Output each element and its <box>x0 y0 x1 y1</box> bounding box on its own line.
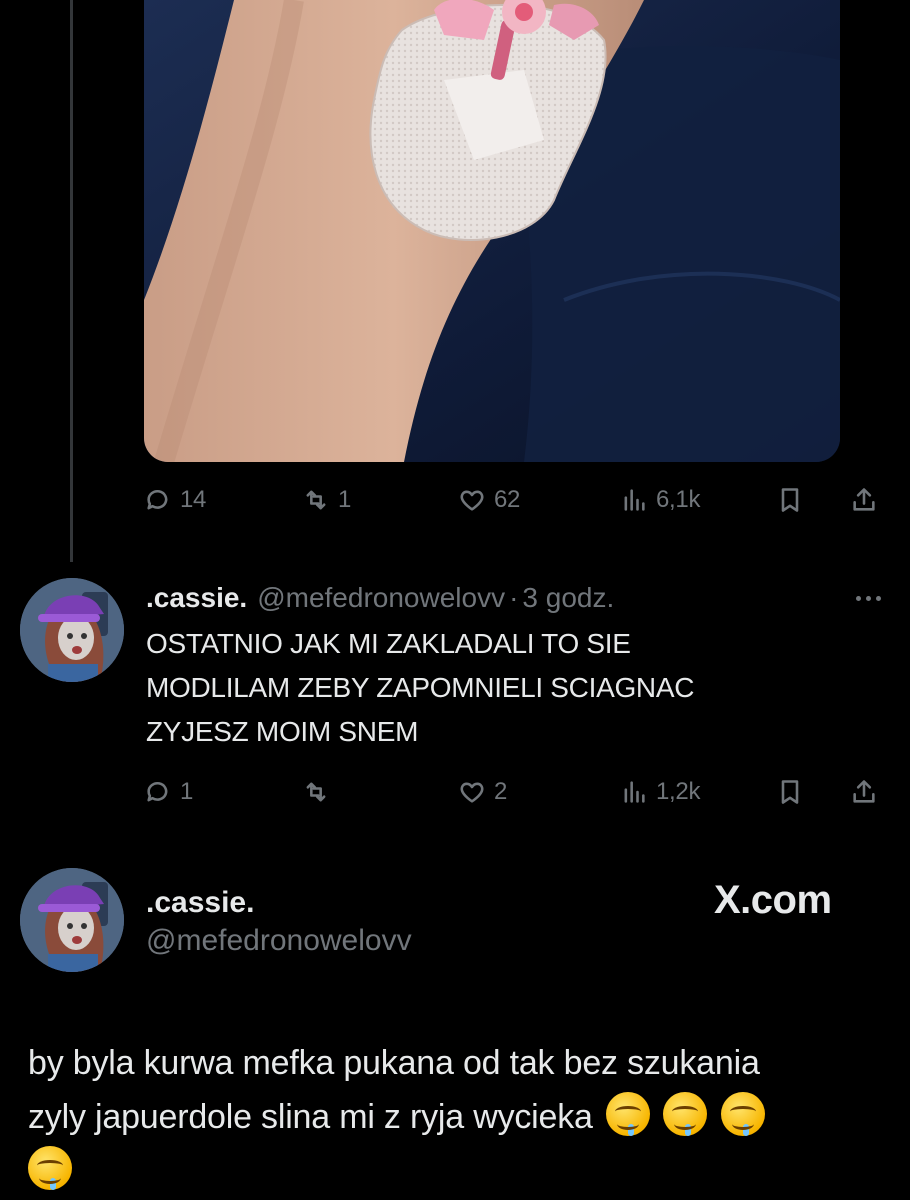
bookmark-button[interactable] <box>776 480 804 520</box>
share-button[interactable] <box>850 480 878 520</box>
quoted-text-line: by byla kurwa mefka pukana od tak bez sz… <box>28 1044 760 1082</box>
drooling-face-emoji-icon <box>606 1092 650 1136</box>
reply-body: OSTATNIO JAK MI ZAKLADALI TO SIE MODLILA… <box>146 622 866 754</box>
drooling-face-emoji-icon <box>720 1092 765 1136</box>
post-photo[interactable] <box>144 0 840 462</box>
thread-connector-line <box>70 0 73 562</box>
views-button[interactable]: 6,1k <box>620 480 700 520</box>
share-upload-icon <box>853 488 875 511</box>
quoted-text-line: zyly japuerdole slina mi z ryja wycieka <box>28 1090 888 1144</box>
reply-header: .cassie. @mefedronowelovv · 3 godz. <box>146 582 614 614</box>
bookmark-button[interactable] <box>776 772 804 812</box>
quoted-handle[interactable]: @mefedronowelovv <box>146 924 412 958</box>
quoted-display-name[interactable]: .cassie. <box>146 886 254 920</box>
like-button[interactable]: 62 <box>458 480 520 520</box>
reply-text-line: OSTATNIO JAK MI ZAKLADALI TO SIE <box>146 628 631 659</box>
reply-text-line: ZYJESZ MOIM SNEM <box>146 716 419 747</box>
drooling-face-emoji-icon <box>28 1146 72 1190</box>
iv-cannula-arm-image <box>144 0 840 462</box>
repost-arrows-icon <box>306 490 326 510</box>
reply-text-line: MODLILAM ZEBY ZAPOMNIELI SCIAGNAC <box>146 672 695 703</box>
repost-button[interactable]: 1 <box>302 480 351 520</box>
bar-chart-icon <box>624 489 645 511</box>
ellipsis-icon-dot <box>875 595 881 601</box>
share-button[interactable] <box>850 772 878 812</box>
like-count: 62 <box>494 486 521 513</box>
share-upload-icon <box>853 780 875 803</box>
x-com-brand-label: X.com <box>714 878 832 922</box>
quoted-text-line <box>28 1144 888 1198</box>
reply-handle[interactable]: @mefedronowelovv <box>257 582 505 614</box>
bookmark-icon <box>781 488 799 512</box>
quoted-author-avatar[interactable] <box>20 868 124 972</box>
repost-arrows-icon <box>306 782 326 802</box>
reply-button[interactable]: 1 <box>144 772 193 812</box>
ellipsis-icon-dot <box>855 595 861 601</box>
like-button[interactable]: 2 <box>458 772 507 812</box>
views-count: 1,2k <box>656 778 701 805</box>
speech-bubble-icon <box>147 782 168 802</box>
reply-count: 14 <box>180 486 207 513</box>
quoted-post-body: by byla kurwa mefka pukana od tak bez sz… <box>28 1036 888 1198</box>
reply-display-name[interactable]: .cassie. <box>146 582 247 614</box>
quoted-text-line-2: zyly japuerdole slina mi z ryja wycieka <box>28 1098 593 1136</box>
speech-bubble-icon <box>147 490 168 510</box>
views-count: 6,1k <box>656 486 701 513</box>
reply-timestamp[interactable]: 3 godz. <box>522 582 614 614</box>
top-post-action-bar: 14 1 62 6,1k <box>144 480 890 520</box>
ellipsis-icon-dot <box>865 595 871 601</box>
avatar-cartoon-girl-image <box>20 868 124 972</box>
repost-button[interactable] <box>302 772 338 812</box>
reply-action-bar: 1 2 1,2k <box>144 772 890 812</box>
repost-count: 1 <box>338 486 352 513</box>
reply-count: 1 <box>180 778 194 805</box>
heart-icon <box>460 782 484 803</box>
like-count: 2 <box>494 778 508 805</box>
reply-author-avatar[interactable] <box>20 578 124 682</box>
more-options-button[interactable] <box>848 586 888 610</box>
bar-chart-icon <box>624 781 645 803</box>
bookmark-icon <box>781 780 799 804</box>
reply-button[interactable]: 14 <box>144 480 206 520</box>
drooling-face-emoji-icon <box>663 1092 708 1136</box>
avatar-cartoon-girl-image <box>20 578 124 682</box>
views-button[interactable]: 1,2k <box>620 772 700 812</box>
heart-icon <box>460 490 484 511</box>
header-separator: · <box>509 582 519 613</box>
